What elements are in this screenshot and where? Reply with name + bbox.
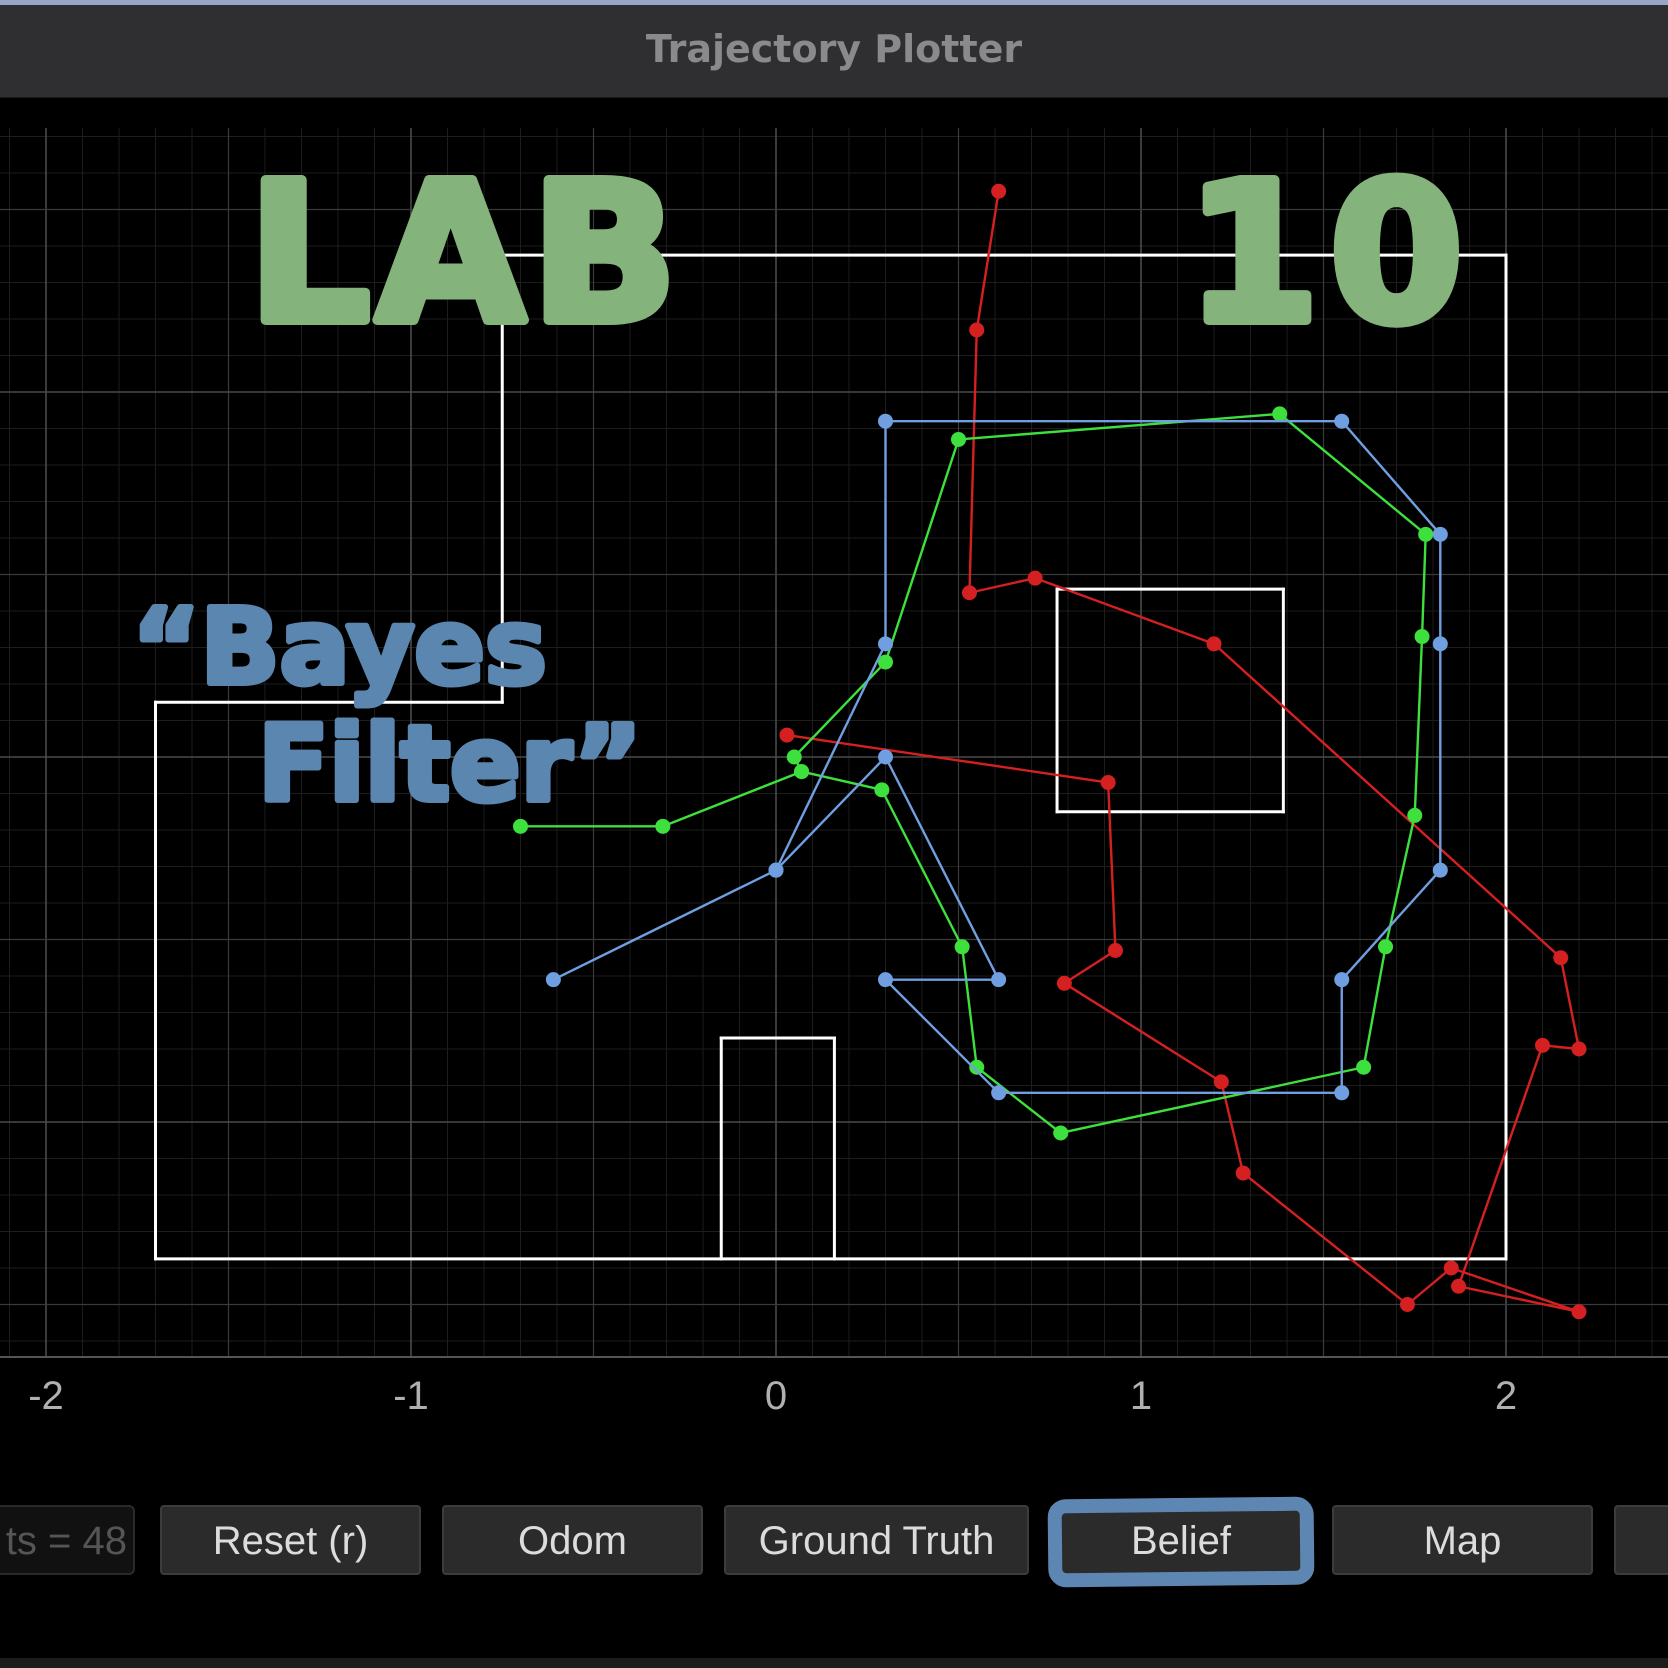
odom-point (1107, 942, 1123, 958)
title-bar[interactable]: Trajectory Plotter (0, 0, 1668, 98)
reset-button[interactable]: Reset (r) (160, 1505, 421, 1575)
odom-point (1553, 950, 1569, 966)
belief-point (878, 749, 893, 765)
belief-point (878, 413, 893, 429)
ground_truth-point (1356, 1059, 1372, 1075)
belief-point (991, 1085, 1007, 1101)
ground-truth-button[interactable]: Ground Truth (724, 1505, 1029, 1575)
odom-point (1535, 1037, 1550, 1053)
x-axis-ticks: -2 -1 0 1 2 (28, 1374, 1517, 1418)
odom-point (961, 585, 977, 601)
belief-point (878, 972, 893, 988)
odom-point (1571, 1041, 1587, 1057)
belief-point (1334, 1085, 1350, 1101)
odom-button[interactable]: Odom (442, 1505, 703, 1575)
bayes-annotation: “Bayes (132, 586, 547, 708)
bottom-edge (0, 1658, 1668, 1668)
toolbar: ts = 48 Reset (r) Odom Ground Truth Beli… (0, 1495, 1668, 1585)
ground_truth-path (520, 412, 1427, 1135)
x-tick-label: 1 (1130, 1374, 1152, 1418)
ground_truth-point (655, 818, 671, 834)
odom-point (1027, 570, 1043, 586)
next-button-partial[interactable] (1614, 1505, 1668, 1575)
belief-point (1432, 862, 1448, 878)
belief-point (878, 636, 893, 652)
x-tick-label: -2 (28, 1374, 64, 1418)
ground_truth-point (794, 764, 810, 780)
odom-point (779, 727, 795, 743)
window-title: Trajectory Plotter (645, 27, 1023, 71)
belief-point (1334, 972, 1350, 988)
odom-point (1443, 1260, 1459, 1276)
ground_truth-point (786, 749, 802, 765)
ground_truth-point (1407, 807, 1423, 823)
odom-point (1399, 1297, 1415, 1312)
x-tick-label: -1 (393, 1374, 429, 1418)
handwritten-annotations: LAB 10 “Bayes Filter” (129, 138, 1473, 828)
trajectory-plot[interactable]: -2 -1 0 1 2 LAB 10 “Bayes Filter” (0, 98, 1668, 1495)
ground_truth-point (1418, 526, 1434, 542)
ground_truth-point (1272, 406, 1288, 422)
filter-annotation: Filter” (258, 703, 642, 825)
belief-point (1432, 526, 1448, 542)
odom-point (969, 322, 985, 338)
odom-point (1056, 975, 1072, 991)
map-button[interactable]: Map (1332, 1505, 1593, 1575)
ground_truth-point (1053, 1125, 1069, 1141)
odom-point (1100, 775, 1116, 791)
odom-point (1206, 636, 1222, 652)
ground_truth-series (513, 406, 1434, 1141)
belief-point (991, 972, 1007, 988)
lab-title-annotation: LAB (248, 143, 683, 366)
lab-number-annotation: 10 (1186, 143, 1473, 366)
ground_truth-point (874, 782, 890, 798)
odom-point (1235, 1165, 1251, 1181)
ground_truth-point (1414, 629, 1430, 645)
ground_truth-point (951, 431, 966, 447)
odom-point (1571, 1304, 1587, 1320)
belief-point (545, 972, 561, 988)
x-tick-label: 0 (765, 1374, 787, 1418)
belief-point (1432, 636, 1448, 652)
ground_truth-point (954, 939, 970, 955)
odom-point (991, 183, 1007, 199)
belief-point (768, 862, 784, 878)
belief-button[interactable]: Belief (1050, 1505, 1312, 1575)
belief-point (1334, 413, 1350, 429)
points-count-field[interactable]: ts = 48 (0, 1505, 135, 1575)
ground_truth-point (1378, 939, 1394, 955)
odom-point (1451, 1278, 1467, 1294)
x-tick-label: 2 (1495, 1374, 1517, 1418)
odom-point (1213, 1074, 1229, 1090)
